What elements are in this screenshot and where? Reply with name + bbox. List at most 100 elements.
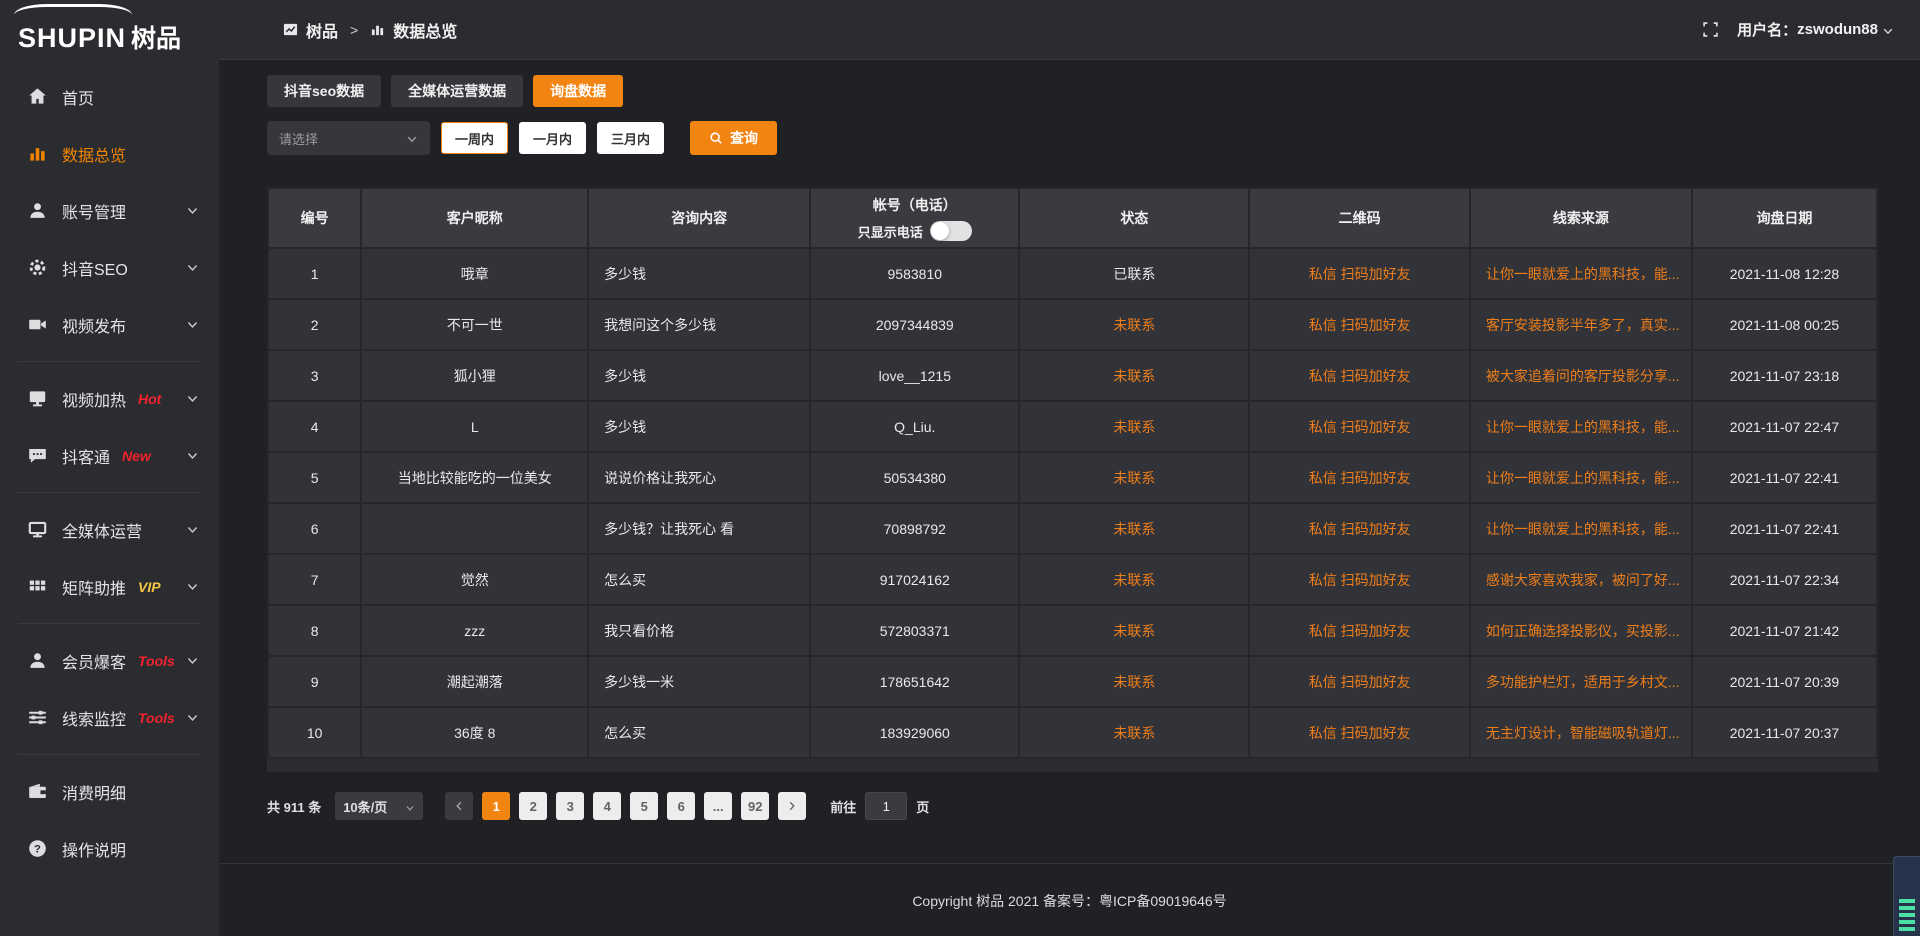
cell-source-link[interactable]: 如何正确选择投影仪，买投影... <box>1470 605 1692 656</box>
cell-qrcode-link[interactable]: 私信 扫码加好友 <box>1249 350 1469 401</box>
sidebar-item-grid[interactable]: 矩阵助推 VIP <box>0 558 219 615</box>
sidebar-item-label: 操作说明 <box>62 837 126 861</box>
cell-qrcode-link[interactable]: 私信 扫码加好友 <box>1249 605 1469 656</box>
table-row: 2 不可一世 我想问这个多少钱 2097344839 未联系 私信 扫码加好友 … <box>268 299 1877 350</box>
sidebar-item-chat[interactable]: 抖客通 New <box>0 427 219 484</box>
page-size-value: 10条/页 <box>343 797 387 816</box>
cell-no: 3 <box>268 350 361 401</box>
app-root: SHUPIN 树品 首页 数据总览 账号管理 抖音SEO 视频发布 视频加热 H… <box>0 0 1920 936</box>
goto-page-input[interactable] <box>865 792 907 820</box>
column-header: 询盘日期 <box>1692 188 1877 248</box>
sidebar-item-member[interactable]: 会员爆客 Tools <box>0 632 219 689</box>
cell-qrcode-link[interactable]: 私信 扫码加好友 <box>1249 707 1469 758</box>
column-header: 二维码 <box>1249 188 1469 248</box>
cell-content: 多少钱一米 <box>588 656 810 707</box>
question-icon: ? <box>28 839 47 858</box>
sidebar-item-bar-chart[interactable]: 数据总览 <box>0 125 219 182</box>
page-button-5[interactable]: 5 <box>630 792 658 820</box>
range-button[interactable]: 一月内 <box>519 122 586 154</box>
sidebar-item-monitor[interactable]: 全媒体运营 <box>0 501 219 558</box>
cell-qrcode-link[interactable]: 私信 扫码加好友 <box>1249 554 1469 605</box>
cell-status: 未联系 <box>1019 707 1249 758</box>
sidebar-item-label: 会员爆客 <box>62 649 126 673</box>
table-row: 10 36度 8 怎么买 183929060 未联系 私信 扫码加好友 无主灯设… <box>268 707 1877 758</box>
filter-select[interactable]: 请选择 <box>267 121 430 155</box>
cell-account: love__1215 <box>810 350 1019 401</box>
sidebar-item-sliders[interactable]: 线索监控 Tools <box>0 689 219 746</box>
footer: Copyright 树品 2021 备案号：粤ICP备09019646号 <box>219 863 1920 936</box>
page-button-6[interactable]: 6 <box>667 792 695 820</box>
cell-content: 多少钱 <box>588 401 810 452</box>
fullscreen-icon[interactable] <box>1702 21 1719 38</box>
app-window-icon <box>283 22 298 37</box>
goto-unit-label: 页 <box>916 797 929 816</box>
filter-select-placeholder: 请选择 <box>279 129 318 148</box>
page-ellipsis-button[interactable]: ... <box>704 792 732 820</box>
cell-status: 未联系 <box>1019 401 1249 452</box>
table-row: 4 L 多少钱 Q_Liu. 未联系 私信 扫码加好友 让你一眼就爱上的黑科技，… <box>268 401 1877 452</box>
sidebar-item-label: 消费明细 <box>62 780 126 804</box>
cell-qrcode-link[interactable]: 私信 扫码加好友 <box>1249 503 1469 554</box>
cell-source-link[interactable]: 被大家追着问的客厅投影分享... <box>1470 350 1692 401</box>
cell-status: 已联系 <box>1019 248 1249 299</box>
phone-toggle-row: 只显示电话 <box>858 221 972 241</box>
sidebar-item-question[interactable]: ? 操作说明 <box>0 820 219 877</box>
breadcrumb-root[interactable]: 树品 <box>306 18 338 42</box>
sidebar-item-home[interactable]: 首页 <box>0 68 219 125</box>
range-button[interactable]: 一周内 <box>441 122 508 154</box>
sidebar-divider <box>18 492 201 493</box>
cell-source-link[interactable]: 无主灯设计，智能磁吸轨道灯... <box>1470 707 1692 758</box>
table-row: 8 zzz 我只看价格 572803371 未联系 私信 扫码加好友 如何正确选… <box>268 605 1877 656</box>
page-button-2[interactable]: 2 <box>519 792 547 820</box>
page-button-1[interactable]: 1 <box>482 792 510 820</box>
range-button[interactable]: 三月内 <box>597 122 664 154</box>
page-button-92[interactable]: 92 <box>741 792 769 820</box>
prev-page-button[interactable] <box>445 792 473 820</box>
tab-1[interactable]: 抖音seo数据 <box>267 75 381 107</box>
cell-source-link[interactable]: 让你一眼就爱上的黑科技，能... <box>1470 452 1692 503</box>
cell-qrcode-link[interactable]: 私信 扫码加好友 <box>1249 452 1469 503</box>
user-menu[interactable]: 用户名： zswodun88 <box>1737 19 1894 40</box>
cell-nickname: 觉然 <box>361 554 588 605</box>
cell-account: 178651642 <box>810 656 1019 707</box>
cell-nickname: L <box>361 401 588 452</box>
cell-nickname: zzz <box>361 605 588 656</box>
next-page-button[interactable] <box>778 792 806 820</box>
account-header-stack: 帐号（电话）只显示电话 <box>811 195 1018 241</box>
phone-only-toggle[interactable] <box>930 221 972 241</box>
sidebar-item-wallet[interactable]: 消费明细 <box>0 763 219 820</box>
sidebar-item-label: 首页 <box>62 85 94 109</box>
table-row: 6 多少钱？让我死心 看 70898792 未联系 私信 扫码加好友 让你一眼就… <box>268 503 1877 554</box>
brand-logo[interactable]: SHUPIN 树品 <box>0 0 219 60</box>
sidebar-item-video[interactable]: 视频发布 <box>0 296 219 353</box>
cell-qrcode-link[interactable]: 私信 扫码加好友 <box>1249 248 1469 299</box>
cell-qrcode-link[interactable]: 私信 扫码加好友 <box>1249 656 1469 707</box>
column-header: 编号 <box>268 188 361 248</box>
cell-source-link[interactable]: 感谢大家喜欢我家，被问了好... <box>1470 554 1692 605</box>
cell-qrcode-link[interactable]: 私信 扫码加好友 <box>1249 299 1469 350</box>
svg-text:?: ? <box>34 843 41 855</box>
search-button[interactable]: 查询 <box>690 121 777 155</box>
corner-widget <box>1893 856 1920 936</box>
inquiry-table: 编号客户昵称咨询内容帐号（电话）只显示电话状态二维码线索来源询盘日期 1 哦章 … <box>267 187 1878 759</box>
table-row: 5 当地比较能吃的一位美女 说说价格让我死心 50534380 未联系 私信 扫… <box>268 452 1877 503</box>
cell-source-link[interactable]: 让你一眼就爱上的黑科技，能... <box>1470 401 1692 452</box>
sidebar-item-gear[interactable]: 抖音SEO <box>0 239 219 296</box>
cell-qrcode-link[interactable]: 私信 扫码加好友 <box>1249 401 1469 452</box>
cell-source-link[interactable]: 让你一眼就爱上的黑科技，能... <box>1470 503 1692 554</box>
cell-source-link[interactable]: 让你一眼就爱上的黑科技，能... <box>1470 248 1692 299</box>
chevron-down-icon <box>186 580 199 593</box>
cell-status: 未联系 <box>1019 350 1249 401</box>
sidebar-item-screen[interactable]: 视频加热 Hot <box>0 370 219 427</box>
cell-source-link[interactable]: 多功能护栏灯，适用于乡村文... <box>1470 656 1692 707</box>
tab-3[interactable]: 询盘数据 <box>533 75 623 107</box>
page-button-3[interactable]: 3 <box>556 792 584 820</box>
cell-source-link[interactable]: 客厅安装投影半年多了，真实... <box>1470 299 1692 350</box>
range-buttons: 一周内一月内三月内 <box>430 122 664 154</box>
chevron-down-icon <box>1882 24 1894 36</box>
sidebar-item-user[interactable]: 账号管理 <box>0 182 219 239</box>
tab-2[interactable]: 全媒体运营数据 <box>391 75 523 107</box>
chevron-down-icon <box>186 318 199 331</box>
page-size-select[interactable]: 10条/页 <box>335 792 423 820</box>
page-button-4[interactable]: 4 <box>593 792 621 820</box>
